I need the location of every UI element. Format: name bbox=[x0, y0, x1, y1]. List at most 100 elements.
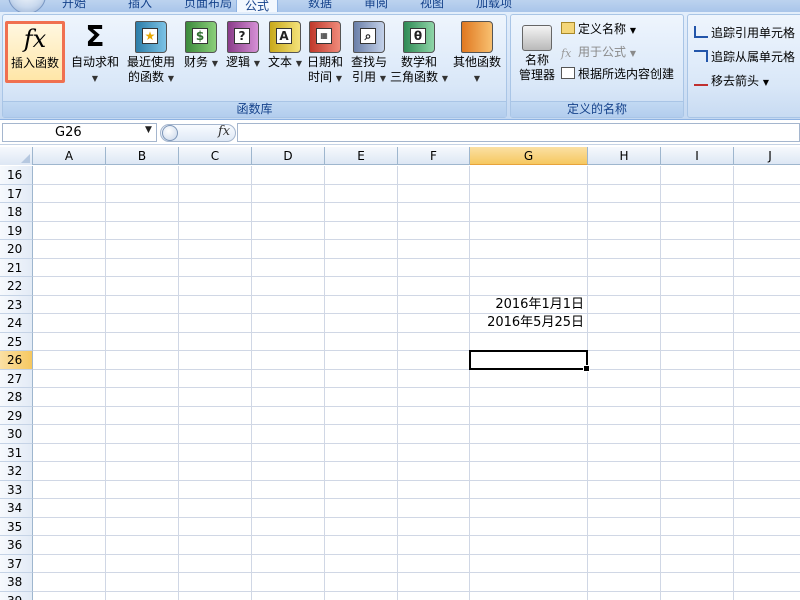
cell-h39[interactable] bbox=[588, 591, 661, 600]
cell-a16[interactable] bbox=[33, 166, 106, 185]
cell-f36[interactable] bbox=[398, 536, 470, 555]
cell-h17[interactable] bbox=[588, 184, 661, 203]
cell-e31[interactable] bbox=[325, 443, 398, 462]
row-header-25[interactable]: 25 bbox=[0, 332, 33, 351]
cell-d22[interactable] bbox=[252, 277, 325, 296]
cell-j16[interactable] bbox=[734, 166, 800, 185]
cell-e23[interactable] bbox=[325, 295, 398, 314]
cell-g20[interactable] bbox=[470, 240, 588, 259]
cell-g25[interactable] bbox=[470, 332, 588, 351]
cell-b32[interactable] bbox=[106, 462, 179, 481]
cell-c16[interactable] bbox=[179, 166, 252, 185]
row-header-24[interactable]: 24 bbox=[0, 314, 33, 333]
cell-a21[interactable] bbox=[33, 258, 106, 277]
cell-i18[interactable] bbox=[661, 203, 734, 222]
cell-f30[interactable] bbox=[398, 425, 470, 444]
cell-g18[interactable] bbox=[470, 203, 588, 222]
cell-j30[interactable] bbox=[734, 425, 800, 444]
cell-e16[interactable] bbox=[325, 166, 398, 185]
cell-c20[interactable] bbox=[179, 240, 252, 259]
cell-i25[interactable] bbox=[661, 332, 734, 351]
cell-g37[interactable] bbox=[470, 554, 588, 573]
row-header-16[interactable]: 16 bbox=[0, 166, 33, 185]
cell-b28[interactable] bbox=[106, 388, 179, 407]
cell-b39[interactable] bbox=[106, 591, 179, 600]
cell-d23[interactable] bbox=[252, 295, 325, 314]
math-trig-button[interactable]: θ 数学和 三角函数 ▼ bbox=[389, 21, 449, 86]
name-box-dropdown-icon[interactable]: ▼ bbox=[145, 125, 152, 135]
trace-dependents-button[interactable]: 追踪从属单元格 bbox=[694, 49, 795, 65]
name-box[interactable]: G26 bbox=[2, 123, 157, 142]
cell-e35[interactable] bbox=[325, 517, 398, 536]
cell-c31[interactable] bbox=[179, 443, 252, 462]
row-header-23[interactable]: 23 bbox=[0, 295, 33, 314]
row-header-30[interactable]: 30 bbox=[0, 425, 33, 444]
cell-b16[interactable] bbox=[106, 166, 179, 185]
cell-b20[interactable] bbox=[106, 240, 179, 259]
column-header-j[interactable]: J bbox=[734, 147, 800, 165]
cell-j20[interactable] bbox=[734, 240, 800, 259]
cell-e33[interactable] bbox=[325, 480, 398, 499]
cell-b35[interactable] bbox=[106, 517, 179, 536]
cell-b30[interactable] bbox=[106, 425, 179, 444]
cell-h38[interactable] bbox=[588, 573, 661, 592]
cell-e24[interactable] bbox=[325, 314, 398, 333]
cell-g30[interactable] bbox=[470, 425, 588, 444]
column-header-a[interactable]: A bbox=[33, 147, 106, 165]
cell-e39[interactable] bbox=[325, 591, 398, 600]
column-header-f[interactable]: F bbox=[398, 147, 470, 165]
formula-bar-knob-icon[interactable] bbox=[162, 125, 178, 141]
cell-c19[interactable] bbox=[179, 221, 252, 240]
cell-f35[interactable] bbox=[398, 517, 470, 536]
tab-home[interactable]: 开始 bbox=[62, 0, 86, 12]
cell-j31[interactable] bbox=[734, 444, 800, 462]
cell-e17[interactable] bbox=[325, 184, 398, 203]
cell-j27[interactable] bbox=[734, 370, 800, 388]
cell-e29[interactable] bbox=[325, 406, 398, 425]
cell-f39[interactable] bbox=[398, 591, 470, 600]
cell-b34[interactable] bbox=[106, 499, 179, 518]
cell-a27[interactable] bbox=[33, 369, 106, 388]
cell-h37[interactable] bbox=[588, 554, 661, 573]
cell-h30[interactable] bbox=[588, 425, 661, 444]
row-header-28[interactable]: 28 bbox=[0, 388, 33, 407]
cell-a19[interactable] bbox=[33, 221, 106, 240]
cell-b25[interactable] bbox=[106, 332, 179, 351]
cell-d32[interactable] bbox=[252, 462, 325, 481]
cell-f32[interactable] bbox=[398, 462, 470, 481]
cell-g24[interactable]: 2016年5月25日 bbox=[470, 314, 588, 333]
cell-a36[interactable] bbox=[33, 536, 106, 555]
cell-d37[interactable] bbox=[252, 554, 325, 573]
cell-j22[interactable] bbox=[734, 277, 800, 296]
cell-i33[interactable] bbox=[661, 480, 734, 499]
cell-e22[interactable] bbox=[325, 277, 398, 296]
cell-i27[interactable] bbox=[661, 369, 734, 388]
cell-f25[interactable] bbox=[398, 332, 470, 351]
cell-g32[interactable] bbox=[470, 462, 588, 481]
cell-h22[interactable] bbox=[588, 277, 661, 296]
cell-c30[interactable] bbox=[179, 425, 252, 444]
cell-b17[interactable] bbox=[106, 184, 179, 203]
cell-c32[interactable] bbox=[179, 462, 252, 481]
cell-f22[interactable] bbox=[398, 277, 470, 296]
row-header-22[interactable]: 22 bbox=[0, 277, 33, 296]
cell-c25[interactable] bbox=[179, 332, 252, 351]
cell-g38[interactable] bbox=[470, 573, 588, 592]
cell-a31[interactable] bbox=[33, 443, 106, 462]
cell-a28[interactable] bbox=[33, 388, 106, 407]
more-functions-button[interactable]: 其他函数 ▼ bbox=[449, 21, 505, 86]
column-header-c[interactable]: C bbox=[179, 147, 252, 165]
cell-c26[interactable] bbox=[179, 351, 252, 370]
cell-j34[interactable] bbox=[734, 499, 800, 518]
cell-i24[interactable] bbox=[661, 314, 734, 333]
cell-e32[interactable] bbox=[325, 462, 398, 481]
cell-c17[interactable] bbox=[179, 184, 252, 203]
cell-e28[interactable] bbox=[325, 388, 398, 407]
row-header-31[interactable]: 31 bbox=[0, 443, 33, 462]
cell-a29[interactable] bbox=[33, 406, 106, 425]
row-header-26[interactable]: 26 bbox=[0, 351, 33, 370]
cell-i19[interactable] bbox=[661, 221, 734, 240]
cell-b29[interactable] bbox=[106, 406, 179, 425]
cell-a37[interactable] bbox=[33, 554, 106, 573]
cell-b27[interactable] bbox=[106, 369, 179, 388]
